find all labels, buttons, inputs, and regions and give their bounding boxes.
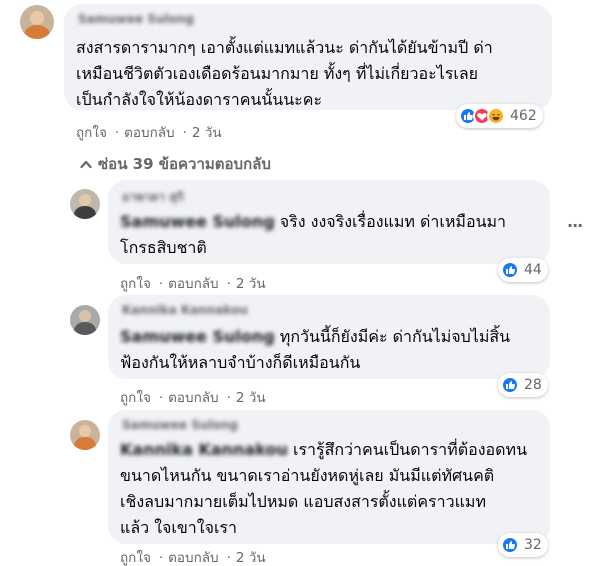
reply-text: Kannika Kannakou เรารู้สึกว่าคนเป็นดาราท…: [120, 437, 548, 541]
mention-tag[interactable]: Samuwee Sulong: [120, 209, 275, 235]
comment-text: สงสารดารามากๆ เอาตั้งแต่แมทแล้วนะ ด่ากัน…: [76, 35, 546, 113]
mention-tag[interactable]: Kannika Kannakou: [120, 437, 288, 463]
reaction-summary[interactable]: 32: [498, 533, 548, 557]
reply-timestamp[interactable]: 2 วัน: [236, 390, 266, 406]
reply-actions: ถูกใจ · ตอบกลับ · 2 วัน: [120, 386, 269, 408]
reply-actions: ถูกใจ · ตอบกลับ · 2 วัน: [120, 546, 269, 566]
comment-timestamp[interactable]: 2 วัน: [192, 125, 222, 141]
like-reaction-icon: [501, 536, 519, 554]
comment-text-line: เหมือนชีวิตตัวเองเดือดร้อนมากมาย ทั้งๆ ท…: [76, 64, 479, 83]
reaction-count: 32: [524, 537, 542, 553]
reply-text-line: ทุกวันนี้ก็ยังมีค่ะ ด่ากันไม่จบไม่สิ้น: [279, 327, 511, 346]
comment-text-line: สงสารดารามากๆ เอาตั้งแต่แมทแล้วนะ ด่ากัน…: [76, 38, 493, 57]
comment-bubble: Samuwee Sulong สงสารดารามากๆ เอาตั้งแต่แ…: [64, 4, 552, 110]
reaction-summary[interactable]: 28: [498, 373, 548, 397]
reply-text-line: ฟ้องกันให้หลาบจำบ้างก็ดีเหมือนกัน: [120, 353, 361, 372]
hide-replies-button[interactable]: ซ่อน 39 ข้อความตอบกลับ: [80, 152, 271, 176]
separator-dot: ·: [226, 276, 231, 292]
reply-author[interactable]: อาพาดา สุกิ: [122, 188, 184, 207]
reaction-count: 462: [510, 108, 537, 124]
reply-text-line: เรารู้สึกว่าคนเป็นดาราที่ต้องอดทน: [292, 440, 527, 459]
like-button[interactable]: ถูกใจ: [120, 550, 151, 566]
chevron-up-icon: [80, 155, 92, 173]
avatar[interactable]: [70, 189, 100, 219]
separator-dot: ·: [158, 390, 164, 406]
reply-button[interactable]: ตอบกลับ: [168, 550, 218, 566]
reply-button[interactable]: ตอบกลับ: [168, 276, 218, 292]
like-button[interactable]: ถูกใจ: [120, 276, 151, 292]
reaction-count: 44: [524, 262, 542, 278]
separator-dot: ·: [158, 550, 164, 566]
more-options-icon[interactable]: ···: [567, 216, 583, 235]
like-button[interactable]: ถูกใจ: [120, 390, 151, 406]
mention-tag[interactable]: Samuwee Sulong: [120, 324, 275, 350]
reply-button[interactable]: ตอบกลับ: [168, 390, 218, 406]
reply-text-line: แล้ว ใจเขาใจเรา: [120, 518, 237, 537]
reply-actions: ถูกใจ · ตอบกลับ · 2 วัน: [120, 272, 269, 294]
reply-timestamp[interactable]: 2 วัน: [236, 550, 266, 566]
separator-dot: ·: [158, 276, 164, 292]
like-reaction-icon: [501, 376, 519, 394]
reply-bubble: Kannika Kannakou Samuwee Sulong ทุกวันนี…: [108, 295, 550, 379]
reply-author[interactable]: Kannika Kannakou: [122, 303, 248, 317]
comment-author[interactable]: Samuwee Sulong: [78, 12, 194, 26]
reply-text: Samuwee Sulong จริง งงจริงเรื่องแมท ด่าเ…: [120, 209, 540, 261]
reply-text-line: โกรธสิบชาติ: [120, 238, 207, 257]
separator-dot: ·: [226, 550, 231, 566]
reply-timestamp[interactable]: 2 วัน: [236, 276, 266, 292]
reply-text-line: เชิงลบมากมายเต็มไปหมด แอบสงสารตั้งแต่ครา…: [120, 492, 486, 511]
reply-bubble: Samuwee Sulong Kannika Kannakou เรารู้สึ…: [108, 410, 550, 544]
reaction-summary[interactable]: 44: [498, 258, 548, 282]
reply-author[interactable]: Samuwee Sulong: [122, 418, 238, 432]
avatar[interactable]: [20, 5, 54, 39]
separator-dot: ·: [114, 125, 120, 141]
reaction-summary[interactable]: 462: [456, 104, 543, 128]
avatar[interactable]: [70, 420, 100, 450]
avatar[interactable]: [70, 305, 100, 335]
reply-button[interactable]: ตอบกลับ: [124, 125, 174, 141]
like-reaction-icon: [501, 261, 519, 279]
like-button[interactable]: ถูกใจ: [76, 125, 107, 141]
separator-dot: ·: [226, 390, 231, 406]
haha-reaction-icon: [487, 107, 505, 125]
reply-text: Samuwee Sulong ทุกวันนี้ก็ยังมีค่ะ ด่ากั…: [120, 324, 540, 376]
hide-replies-label: ซ่อน 39 ข้อความตอบกลับ: [98, 155, 271, 173]
separator-dot: ·: [182, 125, 187, 141]
comment-actions: ถูกใจ · ตอบกลับ · 2 วัน: [76, 121, 225, 143]
reply-bubble: อาพาดา สุกิ Samuwee Sulong จริง งงจริงเร…: [108, 180, 550, 264]
reaction-count: 28: [524, 377, 542, 393]
reply-text-line: ขนาดไหนกัน ขนาดเราอ่านยังหดหู่เลย มันมีแ…: [120, 466, 495, 485]
reply-text-line: จริง งงจริงเรื่องแมท ด่าเหมือนมา: [279, 212, 507, 231]
